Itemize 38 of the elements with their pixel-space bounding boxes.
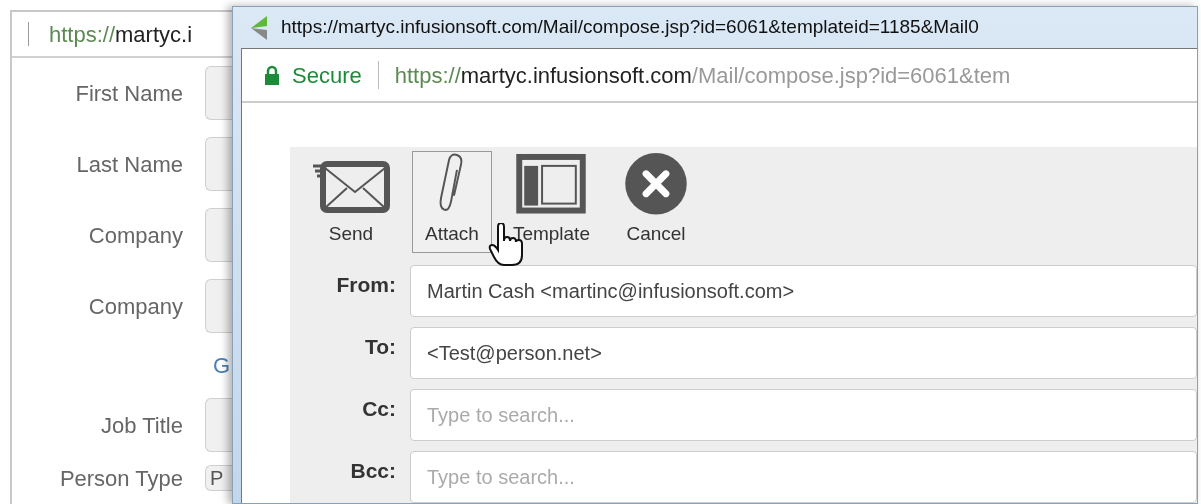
toolbar-button[interactable]: Attach [412, 151, 492, 253]
field-label: Person Type [58, 467, 183, 491]
field-label: First Name [74, 81, 183, 106]
layout-icon [514, 152, 589, 216]
link[interactable]: G [212, 355, 230, 377]
field-label: Company [87, 294, 183, 319]
lock-icon [264, 65, 280, 85]
input-field[interactable]: P [205, 465, 232, 491]
toolbar-button[interactable]: Send [298, 151, 404, 253]
field-label: Job Title [100, 413, 183, 438]
secure-label: Secure [292, 61, 362, 90]
input-field[interactable]: Type to search... [410, 389, 1197, 441]
cancel-icon [624, 152, 688, 216]
input-field[interactable]: Type to search... [410, 451, 1197, 503]
url-scheme: https:// [49, 20, 116, 49]
toolbar-button[interactable]: Template [499, 151, 603, 253]
url-path: /Mail/compose.jsp?id=6061&tem [691, 61, 1011, 90]
field-label: To: [363, 334, 396, 360]
url-host: martyc.infusionsoft.com [460, 61, 692, 90]
field-label: Bcc: [349, 458, 396, 484]
window-title: https://martyc.infusionsoft.com/Mail/compose.jsp?id=6061&templateid=1185&Mail0 [281, 15, 979, 40]
envelope-icon [311, 159, 391, 216]
field-label: Company [87, 223, 183, 248]
input-field[interactable] [205, 208, 232, 262]
field-label: From: [335, 272, 396, 298]
input-field[interactable] [205, 398, 232, 452]
field-label: Last Name [75, 152, 183, 177]
input-field[interactable]: Martin Cash <martinc@infusionsoft.com> [410, 265, 1197, 317]
url-scheme: https:// [394, 61, 461, 90]
input-field[interactable] [205, 137, 232, 191]
toolbar-button[interactable]: Cancel [611, 151, 701, 253]
url-host: martyc.i [115, 20, 193, 49]
address-bar[interactable]: Secure https://martyc.infusionsoft.com/Mail/compose.jsp?id=6061&tem [242, 49, 1197, 103]
input-field[interactable]: <Test@person.net> [410, 327, 1197, 379]
field-label: Cc: [361, 396, 396, 422]
input-field[interactable] [205, 66, 232, 120]
app-logo-icon [249, 13, 269, 42]
input-field[interactable] [205, 279, 232, 333]
